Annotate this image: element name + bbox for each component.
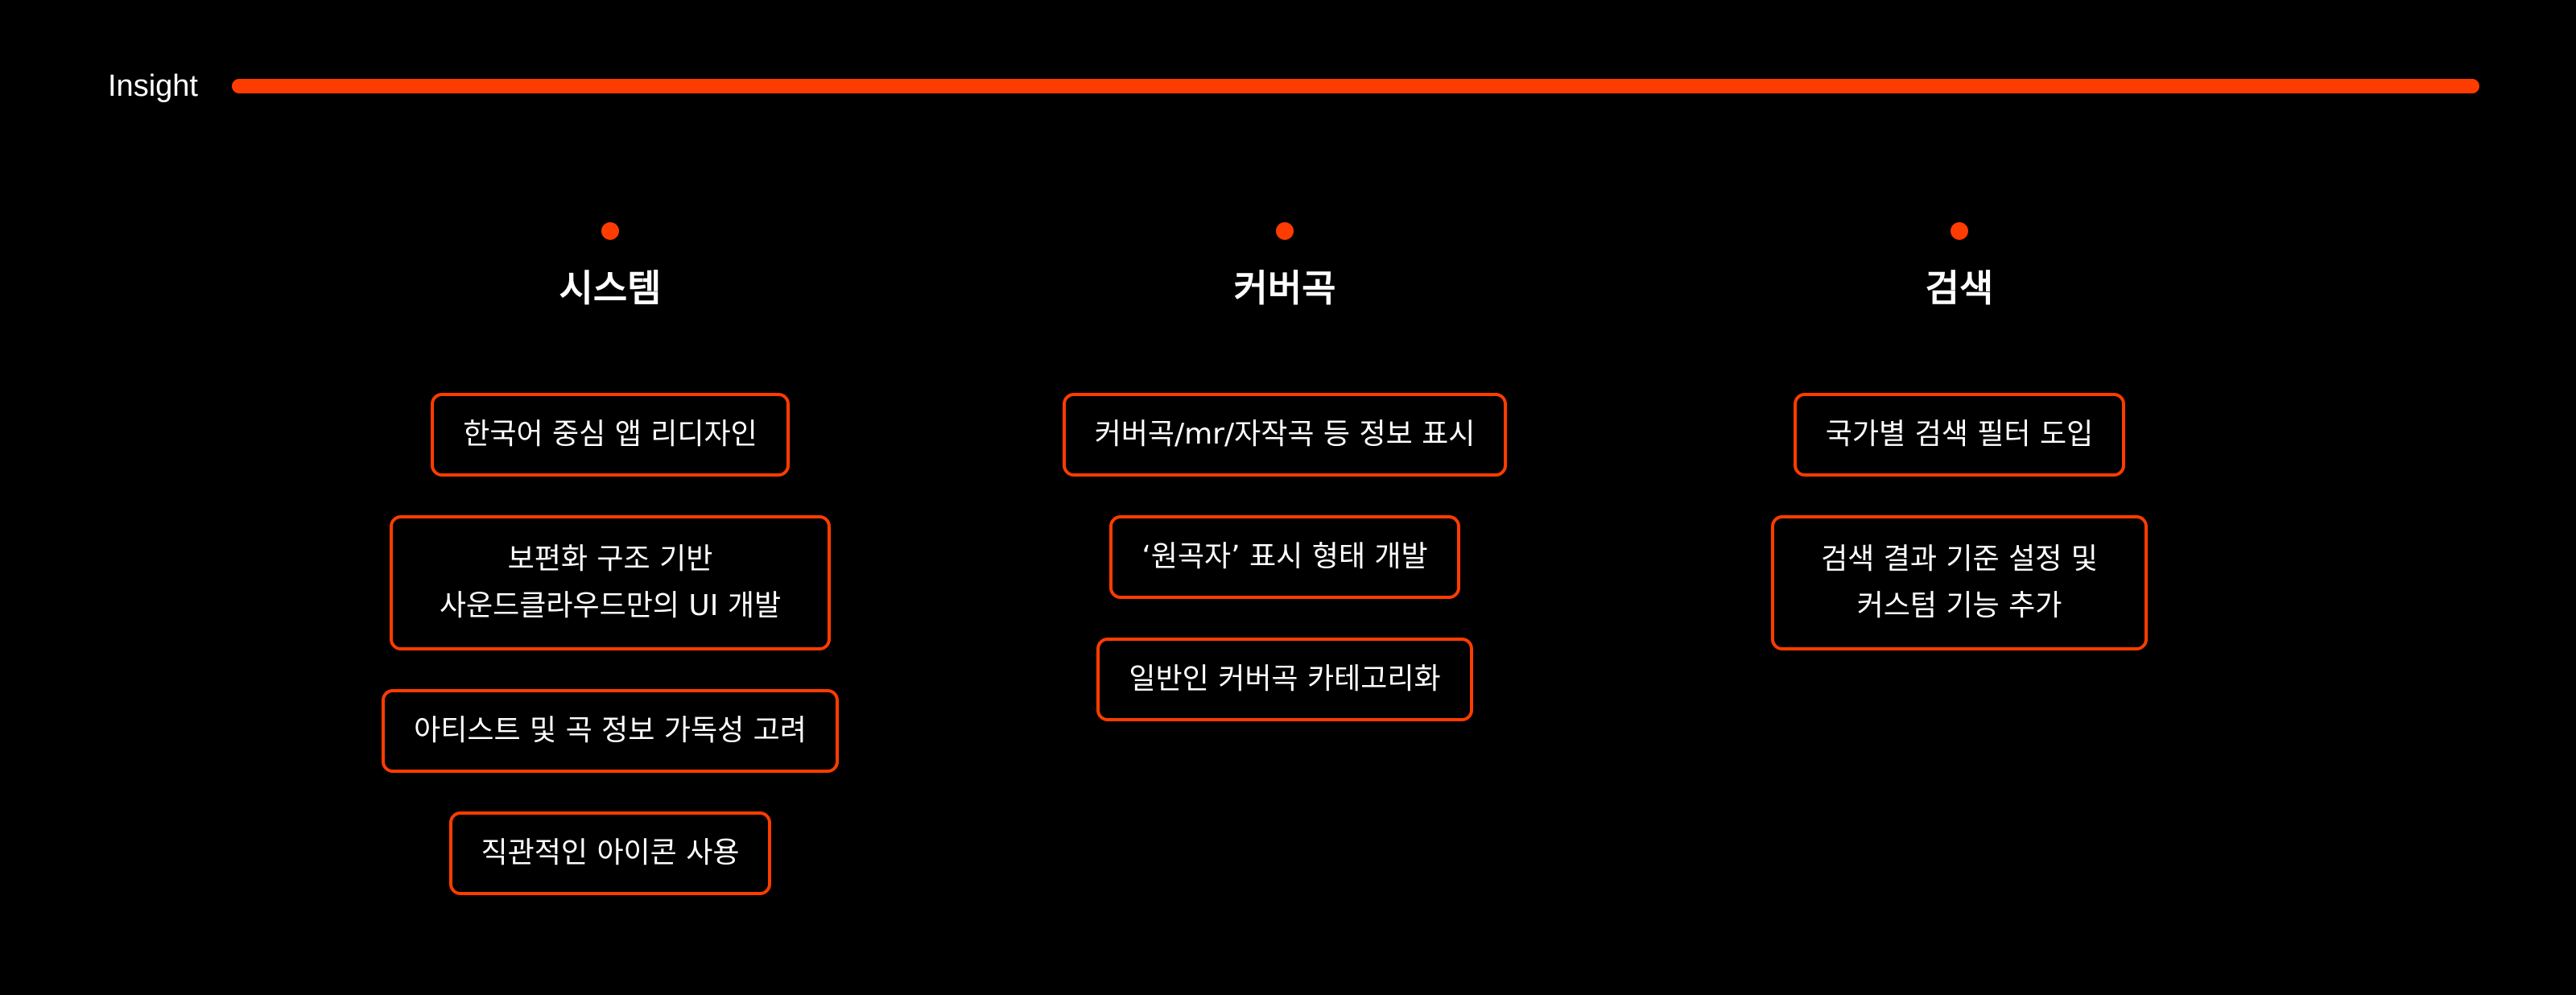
- insight-tag-text: 검색 결과 기준 설정 및: [1821, 543, 2098, 576]
- bullet-dot-icon: [1276, 222, 1294, 240]
- insight-tag: ‘원곡자’ 표시 형태 개발: [1109, 515, 1460, 599]
- insight-tag: 아티스트 및 곡 정보 가독성 고려: [382, 689, 839, 773]
- insight-tag: 커버곡/mr/자작곡 등 정보 표시: [1062, 393, 1508, 477]
- insight-tag: 일반인 커버곡 카테고리화: [1096, 638, 1473, 721]
- insight-tag-text: 보편화 구조 기반: [507, 543, 713, 576]
- insight-tag-text: 사운드클라우드만의 UI 개발: [439, 589, 782, 622]
- insight-list: 커버곡/mr/자작곡 등 정보 표시 ‘원곡자’ 표시 형태 개발 일반인 커버…: [1062, 393, 1508, 721]
- column-title: 검색: [1925, 266, 1994, 310]
- bullet-dot-icon: [1951, 222, 1968, 240]
- bullet-dot-icon: [601, 222, 619, 240]
- insight-tag-text: 커버곡/mr/자작곡 등 정보 표시: [1094, 418, 1476, 451]
- insight-tag-text: 직관적인 아이콘 사용: [481, 836, 740, 869]
- column-search: 검색 국가별 검색 필터 도입 검색 결과 기준 설정 및 커스텀 기능 추가: [1702, 222, 2217, 650]
- insight-tag-text: 국가별 검색 필터 도입: [1825, 418, 2094, 451]
- insight-tag: 보편화 구조 기반 사운드클라우드만의 UI 개발: [389, 515, 832, 650]
- insight-tag-text: 아티스트 및 곡 정보 가독성 고려: [414, 714, 807, 747]
- insight-list: 국가별 검색 필터 도입 검색 결과 기준 설정 및 커스텀 기능 추가: [1771, 393, 2148, 650]
- header-divider: [232, 79, 2479, 93]
- insight-tag: 검색 결과 기준 설정 및 커스텀 기능 추가: [1771, 515, 2148, 650]
- section-title: Insight: [108, 69, 198, 103]
- insight-tag-text: 일반인 커버곡 카테고리화: [1129, 663, 1441, 696]
- insight-tag-text: 커스텀 기능 추가: [1856, 589, 2062, 622]
- column-cover: 커버곡 커버곡/mr/자작곡 등 정보 표시 ‘원곡자’ 표시 형태 개발 일반…: [1027, 222, 1542, 721]
- column-system: 시스템 한국어 중심 앱 리디자인 보편화 구조 기반 사운드클라우드만의 UI…: [353, 222, 868, 895]
- column-title: 시스템: [559, 266, 662, 310]
- insight-list: 한국어 중심 앱 리디자인 보편화 구조 기반 사운드클라우드만의 UI 개발 …: [382, 393, 839, 895]
- insight-tag-text: 한국어 중심 앱 리디자인: [463, 418, 758, 451]
- insight-tag-text: ‘원곡자’ 표시 형태 개발: [1141, 540, 1428, 573]
- insight-tag: 한국어 중심 앱 리디자인: [431, 393, 790, 477]
- insight-tag: 국가별 검색 필터 도입: [1793, 393, 2126, 477]
- insight-tag: 직관적인 아이콘 사용: [448, 811, 772, 895]
- column-title: 커버곡: [1233, 266, 1336, 310]
